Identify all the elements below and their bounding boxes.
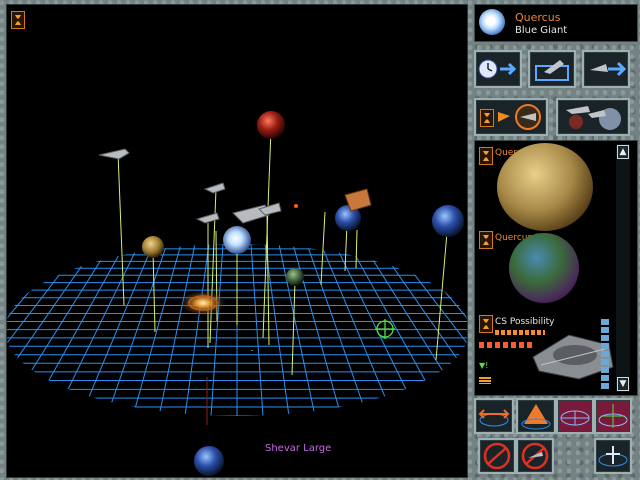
hide-ships-button[interactable] (478, 438, 516, 474)
grid-crosshair-icon (598, 404, 628, 428)
spiral-galaxy (179, 290, 227, 316)
star-name: Quercus (515, 11, 561, 24)
fleet-move-button[interactable] (582, 50, 630, 88)
fleet-planets-icon (566, 106, 621, 130)
grid-icon (560, 410, 590, 426)
no-fleets-icon (521, 442, 549, 470)
blue-giant-star-icon (479, 9, 505, 35)
ship-status-icon: ▼! (479, 361, 489, 370)
cargo-icon (479, 377, 491, 384)
schedule-button[interactable] (474, 50, 522, 88)
scroll-down-button[interactable]: ▼ (617, 377, 629, 391)
double-arrow-icon (478, 409, 510, 427)
launch-ship-icon (535, 60, 569, 81)
quercus-star (223, 226, 251, 254)
grid-up-button[interactable] (594, 438, 632, 474)
grid-toggle-button[interactable] (556, 398, 594, 434)
star-type: Blue Giant (515, 25, 568, 36)
attack-button[interactable] (474, 98, 548, 136)
green-star (286, 268, 304, 286)
rotate-view-button[interactable] (516, 398, 556, 434)
grid-up-icon (598, 446, 628, 467)
grid-center-button[interactable] (594, 398, 632, 434)
galaxy-viewport[interactable]: Shevar Large (6, 4, 468, 478)
launch-button[interactable] (528, 50, 576, 88)
hourglass-icon (479, 315, 493, 333)
hourglass-icon (479, 231, 493, 249)
attack-target-icon (498, 104, 541, 130)
yellow-star (142, 236, 164, 258)
zoom-out-button[interactable] (474, 398, 514, 434)
selected-star-panel[interactable]: Quercus Blue Giant (474, 4, 638, 42)
fuel-gauge (601, 319, 609, 391)
scroll-up-button[interactable]: ▲ (617, 145, 629, 159)
blue-star-south (194, 446, 224, 476)
clock-arrow-icon (478, 59, 517, 79)
no-ships-icon (483, 442, 511, 470)
ship-forward-icon (590, 61, 627, 77)
pyramid-icon (521, 404, 551, 430)
system-object-list[interactable]: Quercus I Quercus II CS Possibility ▼! (474, 140, 638, 396)
hourglass-icon (479, 147, 493, 165)
grid-name-label: Shevar Large (265, 443, 332, 454)
desert-planet-icon[interactable] (497, 143, 593, 231)
blue-star-east (432, 205, 464, 237)
ocean-planet-icon[interactable] (509, 233, 579, 303)
red-star (257, 111, 285, 139)
turn-hourglass-icon[interactable] (11, 11, 25, 29)
hide-fleets-button[interactable] (516, 438, 554, 474)
galaxy-map-graphics (7, 111, 467, 476)
list-scrollbar[interactable] (616, 144, 630, 392)
fleet-view-button[interactable] (556, 98, 630, 136)
ship-name[interactable]: CS Possibility (495, 317, 554, 327)
ship-strength-bar (479, 342, 535, 348)
